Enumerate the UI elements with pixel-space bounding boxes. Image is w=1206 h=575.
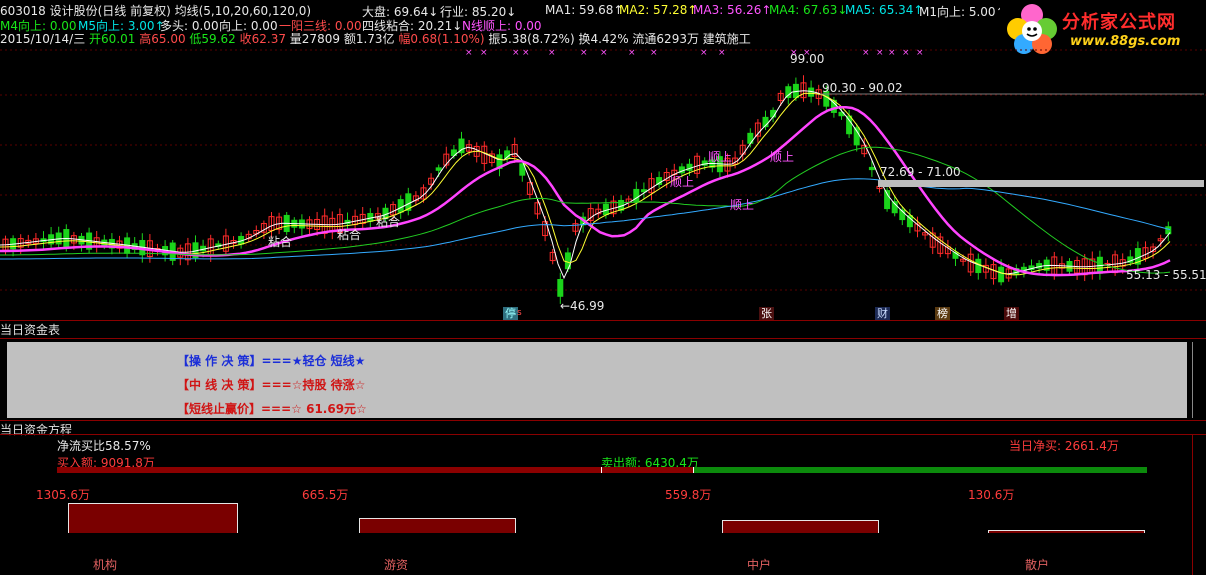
divider-1: [0, 320, 1206, 321]
decision-panel: 【操 作 决 策】===★轻仓 短线★ 【中 线 决 策】===☆持股 待涨☆ …: [7, 342, 1187, 418]
open-value: 开60.01: [89, 32, 136, 46]
candle-body: [868, 166, 875, 171]
decision-operation: 【操 作 决 策】===★轻仓 短线★: [177, 354, 366, 368]
shunshang-label-4: 顺上: [770, 150, 795, 164]
signal-mark: ×: [718, 48, 726, 58]
nianhe-label-1: 粘合: [268, 235, 293, 249]
industry-value: 建筑施工: [702, 32, 751, 46]
decision-stopprofit: 【短线止赢价】===☆ 61.69元☆: [177, 402, 367, 416]
amt-value: 额1.73亿: [343, 32, 395, 46]
signal-mark: ×: [902, 48, 910, 58]
signal-mark: ×: [465, 48, 473, 58]
candle-body: [846, 115, 853, 135]
signal-mark: ×: [480, 48, 488, 58]
tag-s: s: [517, 308, 522, 318]
divider-3: [0, 420, 1206, 421]
candle-body: [975, 258, 982, 274]
ma5-value: MA5: 65.34↑: [845, 3, 924, 17]
logo-title: 分析家公式网: [1062, 12, 1176, 33]
signal-mark: ×: [512, 48, 520, 58]
signal-mark: ×: [916, 48, 924, 58]
fund-bar: [988, 530, 1145, 533]
cat-sanhu: 散户: [1025, 558, 1050, 572]
signal-mark: ×: [700, 48, 708, 58]
candle-body: [557, 279, 564, 297]
fund-bar: [722, 520, 879, 533]
nianhe-label-3: 粘合: [376, 215, 401, 229]
signal-mark: ×: [522, 48, 530, 58]
panel1-title: 当日资金表: [0, 323, 61, 337]
high-price-label: 99.00: [790, 52, 825, 66]
signal-mark: ×: [548, 48, 556, 58]
buy-bar: [57, 467, 601, 473]
candle-body: [435, 167, 442, 171]
tag-zeng[interactable]: 增: [1004, 307, 1019, 320]
high-value: 高65.00: [139, 32, 186, 46]
date-value: 2015/10/14/三: [0, 32, 86, 46]
divider-2: [0, 338, 1206, 339]
vol-value: 量27809: [289, 32, 340, 46]
bar-value-jigou: 1305.6万: [36, 488, 90, 502]
resistance-band: [878, 180, 1204, 187]
signal-mark: ×: [580, 48, 588, 58]
bar-value-youzi: 665.5万: [302, 488, 349, 502]
divider-4: [0, 434, 1206, 435]
candle-body: [998, 266, 1005, 283]
net-buy: 当日净买: 2661.4万: [1009, 439, 1119, 453]
panel-edge: [1192, 342, 1193, 418]
cat-jigou: 机构: [93, 558, 118, 572]
signal-mark: ×: [876, 48, 884, 58]
candle-body: [633, 188, 640, 203]
candle-body: [785, 86, 792, 99]
kline-chart[interactable]: × × × × × × × × × × × × × × × × × ×: [0, 45, 1206, 320]
tag-zhang[interactable]: 张: [759, 307, 774, 320]
signal-mark: ×: [650, 48, 658, 58]
fu-value: 幅0.68(1.10%): [398, 32, 485, 46]
buy-bar-tail: [601, 467, 694, 473]
cat-youzi: 游资: [384, 558, 409, 572]
liutong-value: 流通6293万: [632, 32, 699, 46]
ma2-value: MA2: 57.28↑: [619, 3, 698, 17]
decision-midterm: 【中 线 决 策】===☆持股 待涨☆: [177, 378, 366, 392]
stock-title: 603018 设计股份(日线 前复权) 均线(5,10,20,60,120,0): [0, 4, 312, 18]
low-price-label: ←46.99: [560, 299, 605, 313]
range-label-2: 72.69 - 71.00: [880, 165, 961, 179]
shunshang-label-1: 顺上: [670, 175, 695, 189]
signal-mark: ×: [628, 48, 636, 58]
panel2-edge: [1192, 434, 1193, 575]
tag-cai[interactable]: 财: [875, 307, 890, 320]
ma4-value: MA4: 67.63↓: [769, 3, 848, 17]
bar-value-zhonghu: 559.8万: [665, 488, 712, 502]
bar-value-sanhu: 130.6万: [968, 488, 1015, 502]
ma1-value: MA1: 59.68↑: [545, 3, 624, 17]
candle-body: [906, 215, 913, 228]
huan-value: 换4.42%: [578, 32, 629, 46]
low-value: 低59.62: [189, 32, 236, 46]
ma3-value: MA3: 56.26↑: [693, 3, 772, 17]
fund-bar: [68, 503, 238, 533]
nianhe-label-2: 粘合: [337, 228, 362, 242]
ma-line: [0, 146, 1171, 274]
m1-value: M1向上: 5.00↑: [919, 5, 1006, 19]
fund-bar: [359, 518, 516, 533]
signal-mark: ×: [862, 48, 870, 58]
zhen-value: 振5.38(8.72%): [488, 32, 575, 46]
shunshang-label-2: 顺上: [708, 150, 733, 164]
range-label-1: 90.30 - 90.02: [822, 81, 903, 95]
shunshang-label-3: 顺上: [730, 198, 755, 212]
candle-body: [397, 199, 404, 213]
signal-mark: ×: [888, 48, 896, 58]
close-value: 收62.37: [239, 32, 286, 46]
range-label-3: 55.13 - 55.51: [1126, 268, 1206, 282]
sell-bar: [693, 467, 1147, 473]
tag-bang[interactable]: 榜: [935, 307, 950, 320]
net-ratio: 净流买比58.57%: [57, 439, 151, 453]
signal-mark: ×: [600, 48, 608, 58]
cat-zhonghu: 中户: [747, 558, 772, 572]
